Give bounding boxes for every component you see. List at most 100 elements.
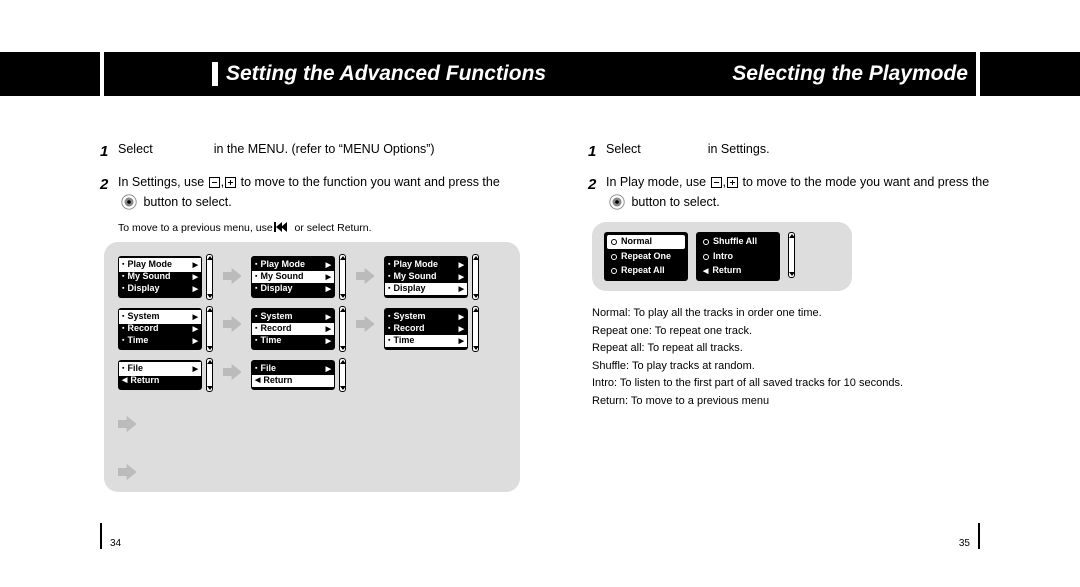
chevron-right-icon bbox=[326, 283, 331, 295]
mini-menu: System Record Time bbox=[251, 308, 335, 349]
step-number: 1 bbox=[100, 140, 118, 163]
scrollbar bbox=[472, 254, 479, 300]
step1-text-a: Select bbox=[606, 142, 641, 156]
desc-line: Repeat one: To repeat one track. bbox=[592, 323, 1008, 341]
left-panel: Play Mode My Sound Display System Record… bbox=[104, 242, 520, 492]
manual-spread: Setting the Advanced Functions Selecting… bbox=[0, 0, 1080, 587]
play-option: Shuffle All bbox=[699, 235, 777, 249]
mini-menu: System Record Time bbox=[384, 308, 468, 349]
right-panel: Normal Repeat One Repeat All Shuffle All… bbox=[592, 222, 852, 291]
menu-item: My Sound bbox=[122, 271, 170, 283]
chevron-right-icon bbox=[193, 271, 198, 283]
right-step-2: 2 In Play mode, use , to move to the mod… bbox=[588, 173, 1008, 212]
chevron-right-icon bbox=[459, 323, 464, 335]
step-body: In Play mode, use , to move to the mode … bbox=[606, 173, 1008, 212]
menu-item: My Sound bbox=[255, 271, 303, 283]
step2-text-c: button to select. bbox=[143, 195, 231, 209]
radio-icon bbox=[703, 254, 709, 260]
arrow-right-icon bbox=[356, 268, 374, 284]
step-number: 2 bbox=[588, 173, 606, 212]
chevron-right-icon bbox=[459, 271, 464, 283]
play-option: Repeat One bbox=[607, 250, 685, 264]
menu-item: Play Mode bbox=[388, 259, 438, 271]
play-return: Return bbox=[699, 264, 777, 278]
arrow-col-3 bbox=[118, 402, 136, 480]
minus-icon bbox=[209, 177, 220, 188]
step2-text-a: In Settings, use bbox=[118, 175, 204, 189]
step-number: 1 bbox=[588, 140, 606, 163]
arrow-right-icon bbox=[118, 416, 136, 432]
menu-item: Display bbox=[122, 283, 160, 295]
chevron-right-icon bbox=[193, 363, 198, 375]
desc-line: Repeat all: To repeat all tracks. bbox=[592, 340, 1008, 358]
step2-text-b: to move to the function you want and pre… bbox=[241, 175, 500, 189]
menu-item: Record bbox=[122, 323, 159, 335]
chevron-right-icon bbox=[459, 311, 464, 323]
step1-text-b: in the MENU. (refer to “MENU Options”) bbox=[214, 142, 435, 156]
right-column: 1 Select in Settings. 2 In Play mode, us… bbox=[588, 140, 1008, 411]
chevron-right-icon bbox=[459, 283, 464, 295]
menu-item: Record bbox=[255, 323, 292, 335]
chevron-right-icon bbox=[193, 323, 198, 335]
step-body: In Settings, use , to move to the functi… bbox=[118, 173, 520, 212]
menu-item: Play Mode bbox=[122, 259, 172, 271]
desc-line: Intro: To listen to the first part of al… bbox=[592, 375, 1008, 393]
chevron-right-icon bbox=[193, 283, 198, 295]
page-number: 34 bbox=[110, 538, 121, 549]
desc-line: Shuffle: To play tracks at random. bbox=[592, 358, 1008, 376]
radio-icon bbox=[703, 239, 709, 245]
scrollbar bbox=[339, 306, 346, 352]
play-col-2: Shuffle All Intro Return bbox=[696, 232, 780, 281]
header-left: Setting the Advanced Functions bbox=[100, 52, 546, 96]
play-col-1: Normal Repeat One Repeat All bbox=[604, 232, 688, 281]
plus-icon bbox=[727, 177, 738, 188]
mini-menu: Play Mode My Sound Display bbox=[384, 256, 468, 297]
menu-return: Return bbox=[255, 375, 292, 387]
scrollbar bbox=[472, 306, 479, 352]
chevron-right-icon bbox=[193, 335, 198, 347]
desc-line: Return: To move to a previous menu bbox=[592, 393, 1008, 411]
option-label: Intro bbox=[713, 251, 733, 263]
mini-menu: File Return bbox=[118, 360, 202, 390]
chevron-right-icon bbox=[326, 335, 331, 347]
scrollbar bbox=[339, 358, 346, 392]
menu-item: Display bbox=[388, 283, 426, 295]
minus-icon bbox=[711, 177, 722, 188]
menu-item: Display bbox=[255, 283, 293, 295]
scrollbar bbox=[206, 254, 213, 300]
left-step-1: 1 Select in the MENU. (refer to “MENU Op… bbox=[100, 140, 520, 163]
step2-text-c: button to select. bbox=[631, 195, 719, 209]
menu-item: Time bbox=[388, 335, 414, 347]
menu-item: Play Mode bbox=[255, 259, 305, 271]
option-label: Return bbox=[712, 265, 741, 277]
arrow-right-icon bbox=[223, 364, 241, 380]
option-label: Normal bbox=[621, 236, 652, 248]
skip-back-icon bbox=[276, 222, 292, 232]
mini-menu: Play Mode My Sound Display bbox=[251, 256, 335, 297]
menu-item: My Sound bbox=[388, 271, 436, 283]
arrow-col-2 bbox=[356, 254, 374, 332]
note-a: To move to a previous menu, use bbox=[118, 222, 273, 234]
play-option: Intro bbox=[699, 250, 777, 264]
header-left-title: Setting the Advanced Functions bbox=[212, 62, 546, 86]
header-band: Setting the Advanced Functions Selecting… bbox=[0, 52, 1080, 96]
option-label: Repeat One bbox=[621, 251, 671, 263]
header-right-divider bbox=[976, 52, 980, 96]
knob-icon bbox=[120, 193, 138, 211]
menu-item: Record bbox=[388, 323, 425, 335]
menu-item: Time bbox=[122, 335, 148, 347]
radio-icon bbox=[611, 239, 617, 245]
mini-menu: File Return bbox=[251, 360, 335, 390]
arrow-right-icon bbox=[356, 316, 374, 332]
note-b: or select Return. bbox=[295, 222, 372, 234]
chevron-right-icon bbox=[326, 271, 331, 283]
menu-item: File bbox=[255, 363, 276, 375]
menu-item: System bbox=[255, 311, 293, 323]
arrow-right-icon bbox=[223, 316, 241, 332]
chevron-right-icon bbox=[326, 311, 331, 323]
chevron-right-icon bbox=[326, 323, 331, 335]
menu-item: File bbox=[122, 363, 143, 375]
chevron-right-icon bbox=[326, 363, 331, 375]
scrollbar bbox=[206, 306, 213, 352]
step2-text-a: In Play mode, use bbox=[606, 175, 706, 189]
